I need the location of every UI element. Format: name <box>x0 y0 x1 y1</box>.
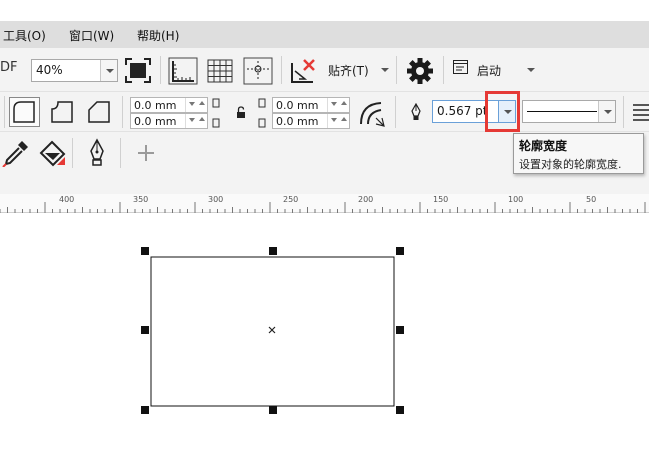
launch-window-icon[interactable] <box>452 59 470 77</box>
selection-handle[interactable] <box>396 247 404 255</box>
drawing-canvas[interactable] <box>0 213 649 464</box>
spinner-arrows[interactable] <box>185 98 207 112</box>
corner-radius-value: 0.0 mm <box>276 99 319 112</box>
toolbar-spacer <box>0 174 649 194</box>
corner-radius-top-right-spinner[interactable]: 0.0 mm <box>272 97 350 113</box>
add-tool-icon[interactable] <box>137 144 155 162</box>
separator <box>160 56 161 84</box>
zoom-dropdown-button[interactable] <box>100 60 117 81</box>
highlight-box <box>485 91 520 132</box>
separator <box>395 96 396 128</box>
app-window: 工具(O) 窗口(W) 帮助(H) DF 40% 贴齐(T) 启动 0.0 mm… <box>0 0 649 464</box>
separator <box>72 138 73 168</box>
round-corner-icon[interactable] <box>9 97 40 127</box>
selection-handle[interactable] <box>269 406 277 414</box>
corner-radius-value: 0.0 mm <box>134 99 177 112</box>
fill-bucket-icon[interactable] <box>37 139 67 169</box>
separator <box>623 96 624 128</box>
menu-window[interactable]: 窗口(W) <box>69 27 114 44</box>
spinner-arrows[interactable] <box>185 114 207 128</box>
ruler-label: 400 <box>59 195 75 204</box>
outline-pen-icon <box>411 103 421 120</box>
selection-handle[interactable] <box>396 406 404 414</box>
launch-menu[interactable]: 启动 <box>477 62 501 79</box>
zoom-level-value: 40% <box>36 63 63 77</box>
ruler-label: 100 <box>508 195 524 204</box>
ruler-ticks <box>0 202 646 213</box>
rulers-icon[interactable] <box>168 57 198 85</box>
spinner-arrows[interactable] <box>327 98 349 112</box>
snap-to-menu[interactable]: 贴齐(T) <box>328 62 369 79</box>
zoom-level-combo[interactable]: 40% <box>31 59 118 82</box>
selection-handle[interactable] <box>396 326 404 334</box>
lock-icon[interactable] <box>236 106 246 119</box>
menu-tools[interactable]: 工具(O) <box>3 27 46 44</box>
selection-handle[interactable] <box>141 247 149 255</box>
pen-nib-icon[interactable] <box>86 138 108 168</box>
horizontal-ruler[interactable]: 400 350 300 250 200 150 100 50 <box>0 194 649 213</box>
tooltip-title: 轮廓宽度 <box>519 139 568 153</box>
ruler-label: 250 <box>283 195 299 204</box>
separator <box>443 56 444 84</box>
publish-pdf-label[interactable]: DF <box>0 60 18 75</box>
corner-radius-value: 0.0 mm <box>276 115 319 128</box>
corner-radius-bottom-right-spinner[interactable]: 0.0 mm <box>272 113 350 129</box>
spinner-arrows[interactable] <box>327 114 349 128</box>
selection-handle[interactable] <box>269 247 277 255</box>
launch-dropdown-arrow[interactable] <box>527 68 535 72</box>
guidelines-icon[interactable] <box>243 57 273 85</box>
separator <box>281 56 282 84</box>
separator <box>122 96 123 128</box>
title-strip <box>0 0 649 21</box>
line-style-dropdown-button[interactable] <box>598 101 615 122</box>
settings-gear-icon[interactable] <box>405 57 435 85</box>
separator <box>396 56 397 84</box>
corner-radius-top-left-spinner[interactable]: 0.0 mm <box>130 97 208 113</box>
tooltip-description: 设置对象的轮廓宽度. <box>519 158 622 171</box>
corner-bracket-left-icon <box>212 98 220 128</box>
outline-width-tooltip: 轮廓宽度 设置对象的轮廓宽度. <box>513 133 644 174</box>
corner-bracket-right-icon <box>258 98 266 128</box>
separator <box>4 96 5 128</box>
relative-corner-scaling-icon[interactable] <box>356 96 388 128</box>
grid-icon[interactable] <box>205 57 235 85</box>
ruler-label: 50 <box>586 195 597 204</box>
selection-handle[interactable] <box>141 326 149 334</box>
corner-radius-value: 0.0 mm <box>134 115 177 128</box>
separator <box>120 138 121 168</box>
ruler-label: 200 <box>358 195 374 204</box>
line-style-combo[interactable] <box>522 100 616 123</box>
corner-radius-bottom-left-spinner[interactable]: 0.0 mm <box>130 113 208 129</box>
snap-off-icon[interactable] <box>289 57 317 85</box>
text-align-icon[interactable] <box>631 102 649 122</box>
outline-width-value: 0.567 pt <box>437 104 488 118</box>
line-style-preview <box>527 111 597 112</box>
snap-dropdown-arrow[interactable] <box>381 68 389 72</box>
ruler-label: 150 <box>433 195 449 204</box>
eyedropper-icon[interactable] <box>2 139 30 167</box>
scallop-corner-icon[interactable] <box>47 97 78 127</box>
standard-toolbar: DF 40% 贴齐(T) 启动 <box>0 48 649 92</box>
selected-rectangle[interactable] <box>0 213 649 464</box>
ruler-label: 350 <box>133 195 149 204</box>
fullscreen-icon[interactable] <box>124 57 152 84</box>
property-bar: 0.0 mm 0.0 mm 0.0 mm 0.0 mm 0.567 pt <box>0 91 649 132</box>
menu-bar: 工具(O) 窗口(W) 帮助(H) <box>0 21 649 48</box>
ruler-label: 300 <box>208 195 224 204</box>
selection-handle[interactable] <box>141 406 149 414</box>
chamfer-corner-icon[interactable] <box>84 97 115 127</box>
menu-help[interactable]: 帮助(H) <box>137 27 179 44</box>
